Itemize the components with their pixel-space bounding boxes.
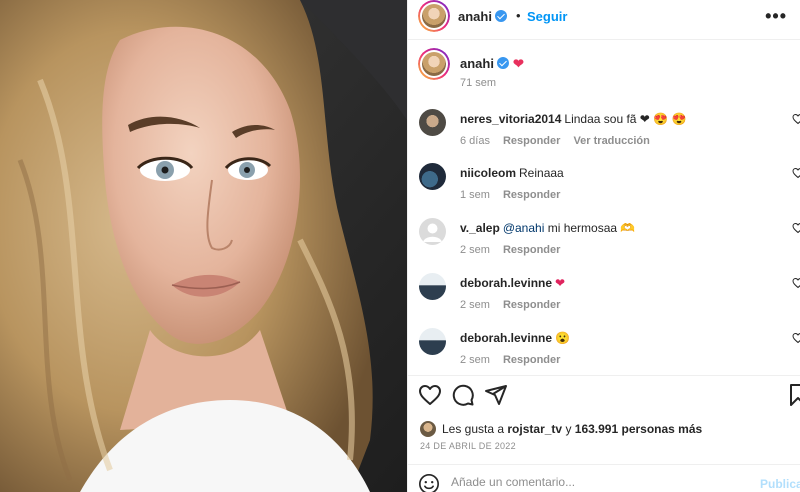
post-actions [408, 383, 800, 411]
comment-item: deborah.levinne 😮 2 sem Responder [408, 328, 800, 378]
reply-button[interactable]: Responder [503, 299, 560, 311]
caption-timestamp[interactable]: 71 sem [460, 77, 496, 89]
emoji-icon[interactable] [418, 473, 440, 492]
verified-badge-icon [496, 57, 509, 69]
liker-avatar[interactable] [420, 421, 436, 437]
commenter-username[interactable]: neres_vitoria2014 [460, 112, 561, 126]
more-options-icon[interactable]: ••• [765, 6, 787, 27]
comment-item: deborah.levinne ❤ 2 sem Responder [408, 273, 800, 323]
commenter-avatar[interactable] [419, 328, 446, 355]
comment-time[interactable]: 2 sem [460, 244, 490, 256]
post-details-panel: anahi • Seguir ••• anahi ❤ 71 sem neres_v… [407, 0, 800, 492]
share-icon[interactable] [484, 383, 508, 407]
comment-item: v._alep @anahi mi hermosaa 🫶 2 sem Respon… [408, 218, 800, 268]
portrait-image [0, 0, 407, 492]
mention-link[interactable]: @anahi [503, 221, 545, 235]
bookmark-icon[interactable] [786, 383, 800, 407]
reply-button[interactable]: Responder [503, 135, 560, 147]
comment-time[interactable]: 1 sem [460, 189, 490, 201]
comment-time[interactable]: 6 días [460, 135, 490, 147]
comment-text: mi hermosaa 🫶 [547, 221, 636, 235]
comment-like-icon[interactable] [792, 332, 800, 344]
comment-item: neres_vitoria2014 Lindaa sou fã ❤ 😍 😍 6 d… [408, 109, 800, 159]
post-header: anahi • Seguir ••• [408, 0, 800, 40]
likes-prefix: Les gusta a [442, 422, 505, 436]
comment-like-icon[interactable] [792, 167, 800, 179]
verified-badge-icon [494, 10, 507, 22]
likes-count[interactable]: 163.991 personas más [575, 422, 702, 436]
comment-like-icon[interactable] [792, 222, 800, 234]
comment-text: ❤ [555, 276, 566, 290]
liker-username[interactable]: rojstar_tv [507, 422, 562, 436]
add-comment-bar: Publicar [408, 464, 800, 492]
comment-time[interactable]: 2 sem [460, 299, 490, 311]
author-name-text[interactable]: anahi [458, 9, 492, 24]
caption-username[interactable]: anahi [460, 56, 494, 71]
comment-text: Reinaaa [519, 166, 564, 180]
post-date[interactable]: 24 DE ABRIL DE 2022 [420, 441, 516, 451]
default-avatar-icon [423, 223, 442, 242]
commenter-username[interactable]: deborah.levinne [460, 276, 552, 290]
heart-icon[interactable] [418, 383, 442, 407]
commenter-avatar[interactable] [419, 273, 446, 300]
caption-avatar[interactable] [418, 48, 450, 80]
caption-emoji: ❤ [512, 56, 524, 71]
section-divider [408, 375, 800, 376]
comment-item: niicoleom Reinaaa 1 sem Responder [408, 163, 800, 213]
commenter-avatar[interactable] [419, 163, 446, 190]
commenter-username[interactable]: niicoleom [460, 166, 516, 180]
comment-like-icon[interactable] [792, 277, 800, 289]
comment-icon[interactable] [451, 383, 475, 407]
translate-button[interactable]: Ver traducción [573, 135, 649, 147]
comment-input[interactable] [451, 475, 741, 489]
reply-button[interactable]: Responder [503, 244, 560, 256]
comment-time[interactable]: 2 sem [460, 354, 490, 366]
caption-author: anahi ❤ [460, 56, 524, 72]
commenter-username[interactable]: deborah.levinne [460, 331, 552, 345]
commenter-avatar[interactable] [419, 109, 446, 136]
likes-conjunction: y [565, 422, 572, 436]
separator-dot: • [516, 8, 521, 23]
author-avatar[interactable] [418, 0, 450, 32]
reply-button[interactable]: Responder [503, 189, 560, 201]
post-photo[interactable] [0, 0, 407, 492]
publish-button[interactable]: Publicar [760, 477, 800, 491]
commenter-avatar[interactable] [419, 218, 446, 245]
comment-text: 😮 [555, 331, 570, 345]
reply-button[interactable]: Responder [503, 354, 560, 366]
comment-text: Lindaa sou fã ❤ 😍 😍 [564, 112, 687, 126]
commenter-username[interactable]: v._alep [460, 221, 500, 235]
author-username[interactable]: anahi [458, 9, 507, 24]
comment-like-icon[interactable] [792, 113, 800, 125]
likes-summary: Les gusta a rojstar_tv y 163.991 persona… [420, 421, 702, 437]
follow-button[interactable]: Seguir [527, 9, 567, 24]
